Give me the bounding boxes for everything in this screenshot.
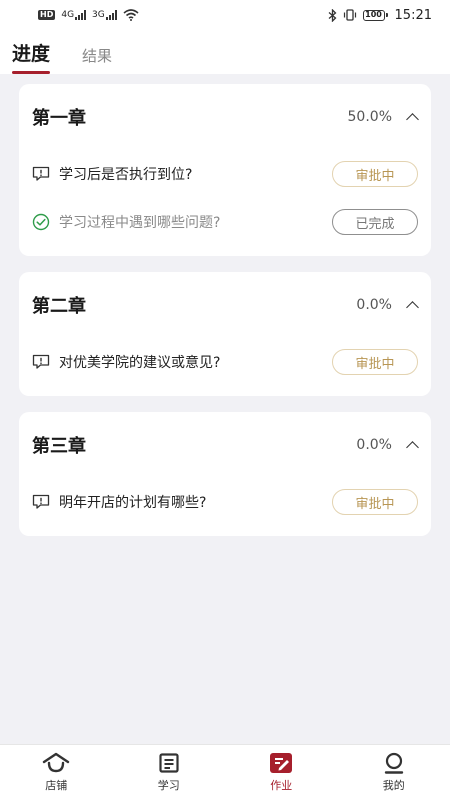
hd-badge: HD bbox=[38, 10, 56, 20]
chapter-list: 第一章 50.0% 学习后是否执行到位? 审批中 学习过程中遇到哪些问题? 已完… bbox=[0, 74, 450, 744]
task-text: 明年开店的计划有哪些? bbox=[59, 495, 207, 511]
task-item[interactable]: 学习后是否执行到位? 审批中 bbox=[32, 150, 418, 198]
comment-alert-icon bbox=[32, 166, 50, 181]
status-right: 100 15:21 bbox=[328, 8, 432, 23]
task-text: 对优美学院的建议或意见? bbox=[59, 355, 221, 371]
network-type-1: 4G bbox=[61, 10, 75, 20]
battery-icon: 100 bbox=[362, 9, 388, 21]
nav-label: 我的 bbox=[382, 779, 405, 792]
vibrate-icon bbox=[343, 9, 356, 21]
chapter-header[interactable]: 第一章 50.0% bbox=[32, 84, 418, 150]
nav-profile[interactable]: 我的 bbox=[338, 745, 450, 800]
chevron-up-icon[interactable] bbox=[406, 111, 418, 123]
homework-icon bbox=[270, 753, 293, 773]
task-item[interactable]: 对优美学院的建议或意见? 审批中 bbox=[32, 338, 418, 386]
task-item[interactable]: 明年开店的计划有哪些? 审批中 bbox=[32, 478, 418, 526]
task-text: 学习后是否执行到位? bbox=[59, 167, 193, 183]
comment-alert-icon bbox=[32, 354, 50, 369]
chapter-card: 第一章 50.0% 学习后是否执行到位? 审批中 学习过程中遇到哪些问题? 已完… bbox=[19, 84, 431, 256]
task-text: 学习过程中遇到哪些问题? bbox=[59, 215, 221, 231]
chapter-progress: 50.0% bbox=[347, 109, 392, 125]
chapter-progress: 0.0% bbox=[356, 297, 392, 313]
comment-alert-icon bbox=[32, 494, 50, 509]
chevron-up-icon[interactable] bbox=[406, 439, 418, 451]
chapter-progress: 0.0% bbox=[356, 437, 392, 453]
tab-progress[interactable]: 进度 bbox=[12, 39, 51, 74]
status-bar: HD 4G 3G 100 15:21 bbox=[0, 0, 450, 30]
study-icon bbox=[159, 753, 179, 773]
nav-label: 学习 bbox=[157, 779, 180, 792]
nav-store[interactable]: 店铺 bbox=[0, 745, 113, 800]
top-tabs: 进度 结果 bbox=[0, 30, 450, 74]
chapter-title: 第二章 bbox=[32, 296, 86, 317]
status-left: HD 4G 3G bbox=[38, 9, 139, 21]
nav-label: 作业 bbox=[270, 779, 293, 792]
clock: 15:21 bbox=[394, 7, 432, 23]
status-badge-pending[interactable]: 审批中 bbox=[332, 161, 418, 187]
nav-label: 店铺 bbox=[45, 779, 68, 792]
signal-icon-2: 3G bbox=[92, 10, 117, 20]
chapter-title: 第三章 bbox=[32, 436, 86, 457]
nav-homework[interactable]: 作业 bbox=[225, 745, 338, 800]
store-icon bbox=[43, 752, 70, 773]
bottom-nav: 店铺 学习 作业 我的 bbox=[0, 744, 450, 800]
chapter-card: 第二章 0.0% 对优美学院的建议或意见? 审批中 bbox=[19, 272, 431, 396]
network-type-2: 3G bbox=[92, 10, 105, 20]
nav-study[interactable]: 学习 bbox=[113, 745, 226, 800]
signal-icon: 4G bbox=[61, 10, 87, 20]
wifi-icon bbox=[123, 9, 139, 21]
chapter-header[interactable]: 第二章 0.0% bbox=[32, 272, 418, 338]
profile-icon bbox=[384, 752, 403, 774]
bluetooth-icon bbox=[328, 8, 336, 22]
check-circle-icon bbox=[32, 213, 50, 231]
status-badge-pending[interactable]: 审批中 bbox=[332, 489, 418, 515]
chevron-up-icon[interactable] bbox=[406, 299, 418, 311]
chapter-card: 第三章 0.0% 明年开店的计划有哪些? 审批中 bbox=[19, 412, 431, 536]
chapter-header[interactable]: 第三章 0.0% bbox=[32, 412, 418, 478]
chapter-title: 第一章 bbox=[32, 108, 86, 129]
task-item[interactable]: 学习过程中遇到哪些问题? 已完成 bbox=[32, 198, 418, 246]
tab-result[interactable]: 结果 bbox=[82, 45, 112, 74]
status-badge-pending[interactable]: 审批中 bbox=[332, 349, 418, 375]
status-badge-done[interactable]: 已完成 bbox=[332, 209, 418, 235]
